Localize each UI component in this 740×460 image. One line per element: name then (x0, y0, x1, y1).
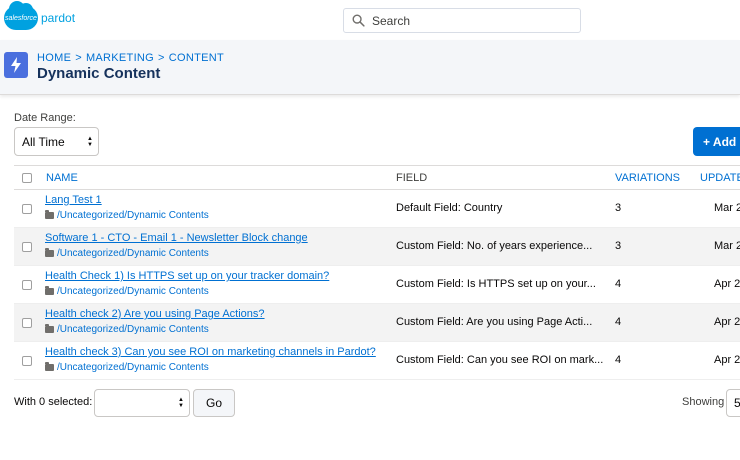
select-arrows-icon: ▲ ▼ (87, 135, 93, 148)
showing-label: Showing (682, 396, 725, 408)
field-cell: Custom Field: Are you using Page Acti... (396, 316, 593, 328)
search-input[interactable] (372, 13, 562, 28)
folder-path-text: /Uncategorized/Dynamic Contents (57, 286, 209, 297)
breadcrumb-home[interactable]: HOME (37, 52, 71, 64)
updated-cell: Apr 21, 2 (714, 354, 740, 366)
folder-path-text: /Uncategorized/Dynamic Contents (57, 362, 209, 373)
folder-path[interactable]: /Uncategorized/Dynamic Contents (45, 210, 209, 221)
row-checkbox[interactable] (22, 356, 32, 366)
page-header: HOME > MARKETING > CONTENT Dynamic Conte… (0, 40, 740, 95)
folder-icon (45, 286, 54, 295)
folder-path-text: /Uncategorized/Dynamic Contents (57, 324, 209, 335)
page-title: Dynamic Content (37, 65, 161, 82)
variations-cell: 4 (615, 278, 622, 290)
breadcrumb-marketing[interactable]: MARKETING (86, 52, 154, 64)
table-row: Health check 2) Are you using Page Actio… (14, 304, 740, 342)
page-size-value: 5 (734, 396, 740, 410)
table-row: Health Check 1) Is HTTPS set up on your … (14, 266, 740, 304)
date-range-value: All Time (22, 134, 65, 149)
breadcrumb-separator: > (158, 52, 165, 64)
folder-path[interactable]: /Uncategorized/Dynamic Contents (45, 286, 209, 297)
bulk-action-select[interactable]: ▲ ▼ (94, 389, 190, 417)
updated-cell: Apr 21, 2 (714, 316, 740, 328)
folder-icon (45, 210, 54, 219)
variations-cell: 4 (615, 354, 622, 366)
variations-cell: 3 (615, 240, 622, 252)
column-header-name[interactable]: NAME (46, 172, 78, 184)
select-all-checkbox[interactable] (22, 173, 32, 183)
field-cell: Custom Field: Can you see ROI on mark... (396, 354, 604, 366)
updated-cell: Apr 21, 2 (714, 278, 740, 290)
date-range-label: Date Range: (14, 112, 76, 124)
variations-cell: 3 (615, 202, 622, 214)
folder-path[interactable]: /Uncategorized/Dynamic Contents (45, 362, 209, 373)
select-arrows-icon: ▲ ▼ (178, 397, 184, 409)
table-header: NAME FIELD VARIATIONS UPDATE (14, 165, 740, 190)
pardot-logo[interactable]: salesforce pardot (4, 1, 76, 32)
folder-path-text: /Uncategorized/Dynamic Contents (57, 210, 209, 221)
content-name-link[interactable]: Software 1 - CTO - Email 1 - Newsletter … (45, 232, 308, 244)
field-cell: Custom Field: No. of years experience... (396, 240, 593, 252)
top-bar: salesforce pardot (0, 0, 740, 40)
search-box[interactable] (343, 8, 581, 33)
salesforce-cloud-icon: salesforce (4, 1, 38, 30)
table-row: Software 1 - CTO - Email 1 - Newsletter … (14, 228, 740, 266)
breadcrumb-separator: > (75, 52, 82, 64)
lightning-icon (4, 52, 28, 78)
content-name-link[interactable]: Health Check 1) Is HTTPS set up on your … (45, 270, 329, 282)
add-button[interactable]: + Add (693, 127, 740, 156)
folder-icon (45, 362, 54, 371)
table-row: Lang Test 1 /Uncategorized/Dynamic Conte… (14, 190, 740, 228)
row-checkbox[interactable] (22, 280, 32, 290)
row-checkbox[interactable] (22, 242, 32, 252)
row-checkbox[interactable] (22, 318, 32, 328)
updated-cell: Mar 22, 2 (714, 202, 740, 214)
logo-text: pardot (41, 11, 76, 25)
table-row: Health check 3) Can you see ROI on marke… (14, 342, 740, 380)
field-cell: Default Field: Country (396, 202, 503, 214)
go-button[interactable]: Go (193, 389, 235, 417)
row-checkbox[interactable] (22, 204, 32, 214)
updated-cell: Mar 22, 2 (714, 240, 740, 252)
folder-path-text: /Uncategorized/Dynamic Contents (57, 248, 209, 259)
page-size-select[interactable]: 5 (726, 389, 740, 417)
date-range-select[interactable]: All Time ▲ ▼ (14, 127, 99, 156)
breadcrumb-content[interactable]: CONTENT (169, 52, 224, 64)
breadcrumb: HOME > MARKETING > CONTENT (37, 52, 224, 64)
folder-path[interactable]: /Uncategorized/Dynamic Contents (45, 324, 209, 335)
dynamic-content-table: NAME FIELD VARIATIONS UPDATE Lang Test 1… (14, 165, 740, 380)
content-name-link[interactable]: Health check 3) Can you see ROI on marke… (45, 346, 376, 358)
column-header-field: FIELD (396, 172, 428, 184)
folder-path[interactable]: /Uncategorized/Dynamic Contents (45, 248, 209, 259)
content-name-link[interactable]: Lang Test 1 (45, 194, 102, 206)
logo-cloud-text: salesforce (5, 14, 37, 22)
with-selected-label: With 0 selected: (14, 396, 93, 408)
field-cell: Custom Field: Is HTTPS set up on your... (396, 278, 596, 290)
content-name-link[interactable]: Health check 2) Are you using Page Actio… (45, 308, 265, 320)
column-header-variations[interactable]: VARIATIONS (615, 172, 680, 184)
folder-icon (45, 248, 54, 257)
variations-cell: 4 (615, 316, 622, 328)
folder-icon (45, 324, 54, 333)
column-header-updated[interactable]: UPDATE (700, 172, 740, 184)
search-icon (352, 14, 365, 27)
